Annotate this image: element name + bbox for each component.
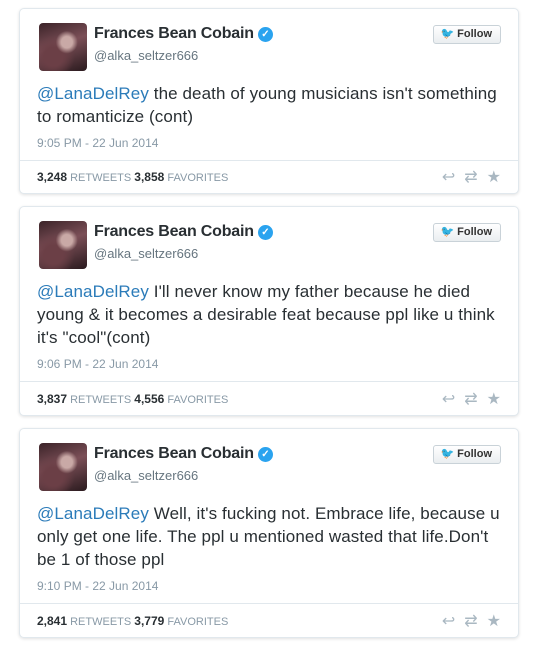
tweet-card: Frances Bean Cobain ✓ @alka_seltzer666 🐦 F… (19, 8, 519, 194)
user-handle[interactable]: @alka_seltzer666 (94, 246, 198, 261)
retweets-label: RETWEETS (70, 172, 132, 184)
tweet-stats: 3,837 RETWEETS 4,556 FAVORITES (37, 392, 228, 406)
display-name[interactable]: Frances Bean Cobain ✓ (94, 25, 273, 43)
favorite-count[interactable]: 3,779 (134, 614, 164, 628)
verified-badge-icon: ✓ (257, 27, 273, 42)
display-name-text[interactable]: Frances Bean Cobain (94, 445, 254, 462)
follow-label: Follow (457, 226, 492, 238)
divider (20, 603, 518, 604)
retweets-label: RETWEETS (70, 616, 132, 628)
tweet-text: @LanaDelRey the death of young musicians… (37, 82, 507, 128)
twitter-bird-icon: 🐦 (440, 226, 455, 238)
favorites-label: FAVORITES (167, 616, 229, 628)
favorite-count[interactable]: 4,556 (134, 392, 164, 406)
retweet-count[interactable]: 3,248 (37, 170, 67, 184)
retweet-count[interactable]: 2,841 (37, 614, 67, 628)
tweet-stats: 3,248 RETWEETS 3,858 FAVORITES (37, 170, 228, 184)
avatar[interactable] (39, 221, 87, 269)
tweet-stats: 2,841 RETWEETS 3,779 FAVORITES (37, 614, 228, 628)
retweet-count[interactable]: 3,837 (37, 392, 67, 406)
divider (20, 381, 518, 382)
reply-icon[interactable]: ↩ (442, 169, 455, 186)
tweet-timestamp[interactable]: 9:06 PM - 22 Jun 2014 (37, 357, 158, 371)
user-handle[interactable]: @alka_seltzer666 (94, 48, 198, 63)
display-name[interactable]: Frances Bean Cobain ✓ (94, 223, 273, 241)
mention-link[interactable]: @LanaDelRey (37, 84, 149, 103)
tweet-card: Frances Bean Cobain ✓ @alka_seltzer666 🐦 F… (19, 428, 519, 638)
retweet-icon[interactable]: ⇄ (464, 391, 477, 408)
follow-button[interactable]: 🐦 Follow (433, 223, 501, 242)
verified-badge-icon: ✓ (257, 225, 273, 240)
tweet-card: Frances Bean Cobain ✓ @alka_seltzer666 🐦 F… (19, 206, 519, 416)
mention-link[interactable]: @LanaDelRey (37, 282, 149, 301)
tweet-actions: ↩ ⇄ ★ (433, 611, 501, 631)
tweet-timestamp[interactable]: 9:10 PM - 22 Jun 2014 (37, 579, 158, 593)
mention-link[interactable]: @LanaDelRey (37, 504, 149, 523)
retweet-icon[interactable]: ⇄ (464, 613, 477, 630)
twitter-bird-icon: 🐦 (440, 448, 455, 460)
avatar[interactable] (39, 443, 87, 491)
star-icon[interactable]: ★ (487, 169, 501, 186)
tweet-timestamp[interactable]: 9:05 PM - 22 Jun 2014 (37, 136, 158, 150)
favorites-label: FAVORITES (167, 172, 229, 184)
follow-label: Follow (457, 28, 492, 40)
divider (20, 160, 518, 161)
favorite-count[interactable]: 3,858 (134, 170, 164, 184)
display-name-text[interactable]: Frances Bean Cobain (94, 25, 254, 42)
star-icon[interactable]: ★ (487, 613, 501, 630)
twitter-bird-icon: 🐦 (440, 28, 455, 40)
tweet-actions: ↩ ⇄ ★ (433, 389, 501, 409)
reply-icon[interactable]: ↩ (442, 613, 455, 630)
verified-badge-icon: ✓ (257, 447, 273, 462)
follow-button[interactable]: 🐦 Follow (433, 25, 501, 44)
follow-label: Follow (457, 448, 492, 460)
retweet-icon[interactable]: ⇄ (464, 169, 477, 186)
avatar[interactable] (39, 23, 87, 71)
tweet-text: @LanaDelRey I'll never know my father be… (37, 280, 507, 349)
follow-button[interactable]: 🐦 Follow (433, 445, 501, 464)
tweet-text: @LanaDelRey Well, it's fucking not. Embr… (37, 502, 507, 571)
reply-icon[interactable]: ↩ (442, 391, 455, 408)
favorites-label: FAVORITES (167, 394, 229, 406)
retweets-label: RETWEETS (70, 394, 132, 406)
display-name-text[interactable]: Frances Bean Cobain (94, 223, 254, 240)
star-icon[interactable]: ★ (487, 391, 501, 408)
display-name[interactable]: Frances Bean Cobain ✓ (94, 445, 273, 463)
user-handle[interactable]: @alka_seltzer666 (94, 468, 198, 483)
tweet-actions: ↩ ⇄ ★ (433, 167, 501, 187)
